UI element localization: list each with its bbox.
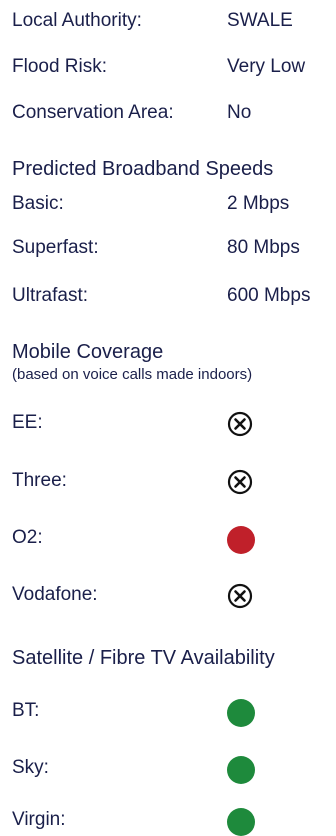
mobile-operator-label: Three: xyxy=(12,470,67,491)
tv-provider-label: BT: xyxy=(12,700,40,721)
red-dot-icon xyxy=(227,526,255,554)
mobile-row: Vodafone: xyxy=(12,580,332,610)
mobile-operator-label: Vodafone: xyxy=(12,584,98,605)
broadband-value: 80 Mbps xyxy=(227,237,300,258)
tv-row: Sky: xyxy=(12,753,332,784)
flood-risk-label: Flood Risk: xyxy=(12,56,108,77)
local-authority-label: Local Authority: xyxy=(12,10,142,31)
broadband-label: Ultrafast: xyxy=(12,285,89,306)
tv-section-title: Satellite / Fibre TV Availability xyxy=(12,647,275,669)
green-dot-icon xyxy=(227,699,255,727)
conservation-area-value: No xyxy=(227,102,252,123)
tv-row: BT: xyxy=(12,696,332,727)
tv-provider-label: Sky: xyxy=(12,757,49,778)
mobile-row: Three: xyxy=(12,466,332,496)
broadband-value: 2 Mbps xyxy=(227,193,290,214)
broadband-section-title: Predicted Broadband Speeds xyxy=(12,158,274,180)
mobile-operator-label: O2: xyxy=(12,527,43,548)
broadband-label: Superfast: xyxy=(12,237,99,258)
mobile-section-subtitle: (based on voice calls made indoors) xyxy=(12,366,253,383)
property-details-panel: Local Authority: SWALE Flood Risk: Very … xyxy=(0,0,336,836)
mobile-section-title: Mobile Coverage xyxy=(12,341,164,363)
local-authority-row: Local Authority: SWALE xyxy=(12,6,332,36)
flood-risk-value: Very Low xyxy=(227,56,306,77)
mobile-row: O2: xyxy=(12,523,332,554)
flood-risk-row: Flood Risk: Very Low xyxy=(12,52,332,82)
cross-circle-icon xyxy=(227,411,253,437)
cross-circle-icon xyxy=(227,469,253,495)
broadband-label: Basic: xyxy=(12,193,64,214)
green-dot-icon xyxy=(227,808,255,836)
cross-circle-icon xyxy=(227,583,253,609)
local-authority-value: SWALE xyxy=(227,10,293,31)
mobile-row: EE: xyxy=(12,408,332,438)
broadband-row: Superfast: 80 Mbps xyxy=(12,233,332,263)
broadband-row: Ultrafast: 600 Mbps xyxy=(12,281,332,311)
broadband-value: 600 Mbps xyxy=(227,285,311,306)
mobile-operator-label: EE: xyxy=(12,412,43,433)
tv-provider-label: Virgin: xyxy=(12,809,66,830)
broadband-row: Basic: 2 Mbps xyxy=(12,189,332,219)
tv-row: Virgin: xyxy=(12,805,332,836)
green-dot-icon xyxy=(227,756,255,784)
conservation-area-label: Conservation Area: xyxy=(12,102,174,123)
conservation-area-row: Conservation Area: No xyxy=(12,98,332,128)
